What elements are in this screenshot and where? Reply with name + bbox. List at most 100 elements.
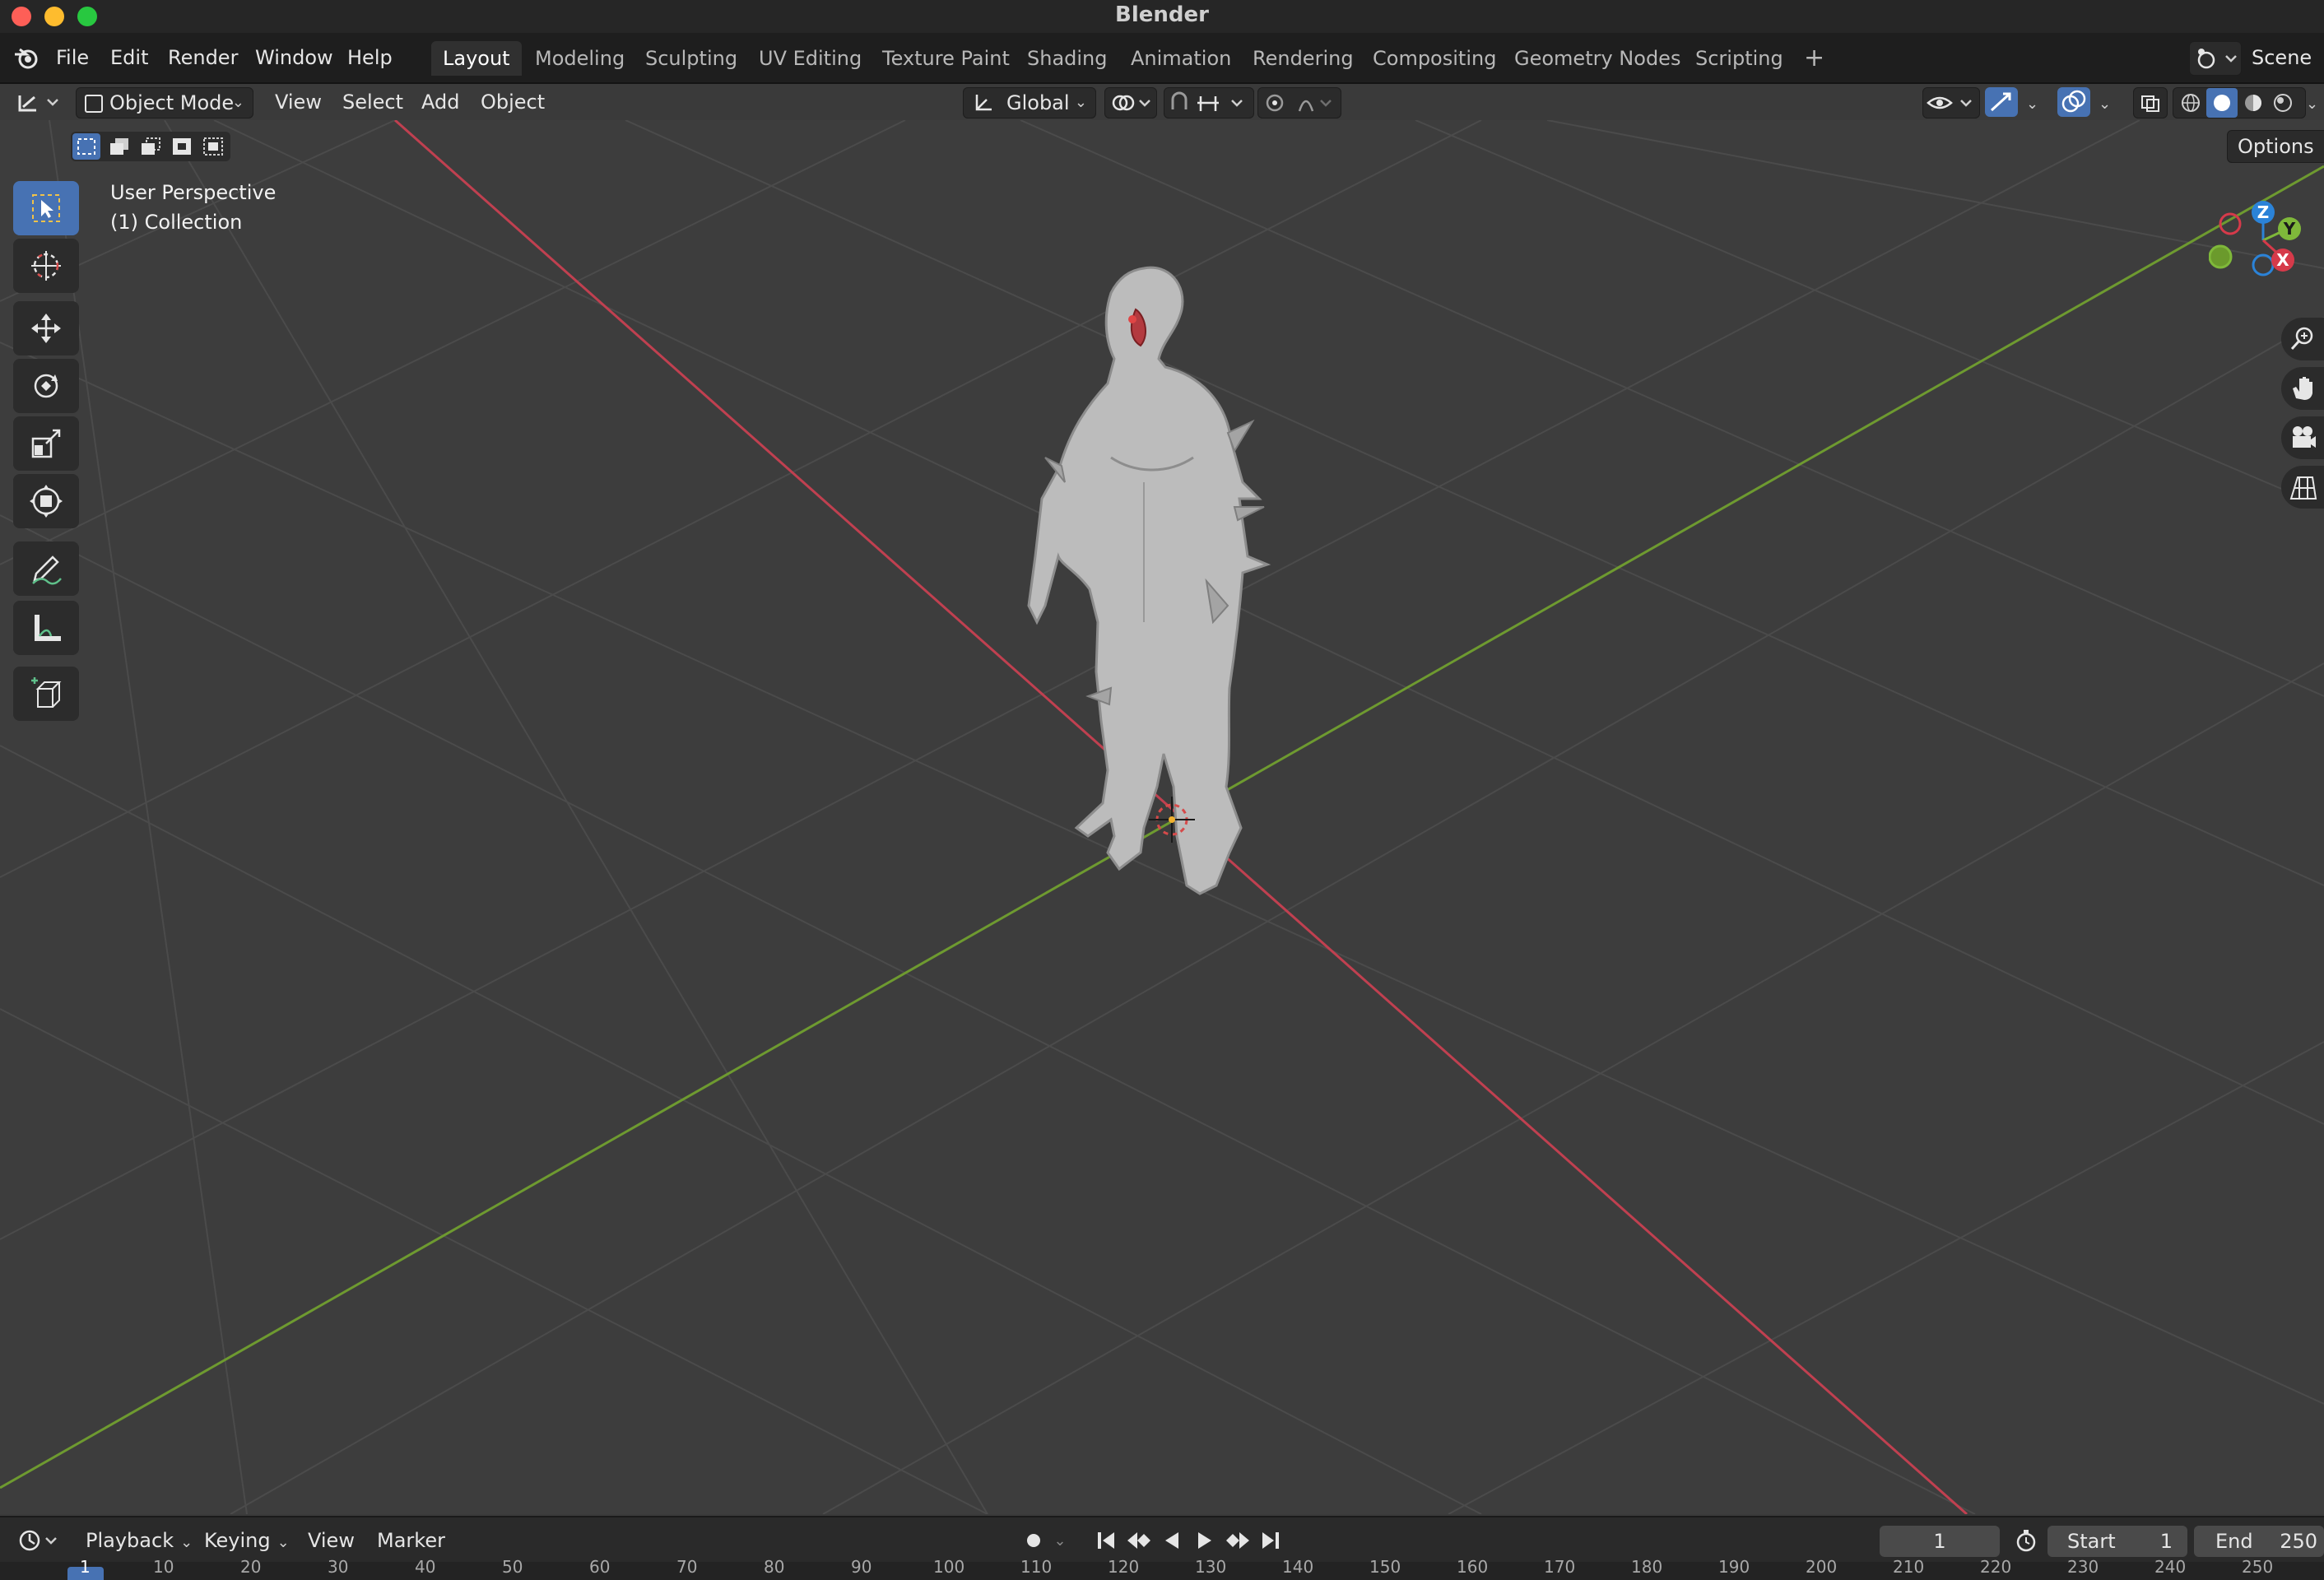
keying-options-chevron-icon[interactable]: ⌄: [1050, 1527, 1070, 1554]
select-new-icon[interactable]: [72, 133, 100, 160]
tab-texture-paint[interactable]: Texture Paint: [871, 41, 1021, 76]
play-icon[interactable]: [1192, 1527, 1218, 1554]
snap-magnet-icon[interactable]: [1164, 87, 1254, 118]
ruler-tick-label: 160: [1457, 1557, 1489, 1577]
tab-scripting[interactable]: Scripting: [1684, 41, 1795, 76]
jump-to-end-icon[interactable]: [1257, 1527, 1284, 1554]
preview-range-stopwatch-icon[interactable]: [2013, 1527, 2039, 1554]
3d-viewport[interactable]: User Perspective (1) Collection Options: [0, 120, 2324, 1514]
jump-to-next-keyframe-icon[interactable]: [1225, 1527, 1251, 1554]
end-frame-value: 250: [2280, 1530, 2317, 1553]
proportional-editing-icon[interactable]: [1257, 87, 1341, 118]
pivot-point-icon[interactable]: [1104, 87, 1157, 118]
pan-view-hand-icon[interactable]: [2281, 367, 2324, 410]
header-menu-select[interactable]: Select: [342, 87, 403, 117]
measure-tool-icon[interactable]: [13, 601, 79, 655]
editor-type-icon[interactable]: [12, 87, 64, 117]
mode-dropdown[interactable]: Object Mode ⌄: [76, 87, 253, 118]
3d-cursor-icon[interactable]: [1147, 795, 1197, 844]
selection-mode-group: [71, 132, 230, 161]
jump-to-start-icon[interactable]: [1093, 1527, 1119, 1554]
overlay-options-chevron-icon[interactable]: ⌄: [2092, 87, 2122, 117]
shading-options-chevron-icon[interactable]: ⌄: [2306, 87, 2324, 117]
show-overlays-icon[interactable]: [2057, 87, 2090, 117]
navigation-gizmo[interactable]: Z Y X: [2209, 188, 2324, 303]
gizmo-neg-x-handle[interactable]: [2219, 212, 2242, 235]
gizmo-neg-z-handle[interactable]: [2252, 253, 2275, 276]
tab-compositing[interactable]: Compositing: [1361, 41, 1508, 76]
menu-window[interactable]: Window: [255, 33, 333, 82]
auto-keying-record-icon[interactable]: [1020, 1527, 1047, 1554]
tab-geometry-nodes[interactable]: Geometry Nodes: [1503, 41, 1692, 76]
jump-to-previous-keyframe-icon[interactable]: [1126, 1527, 1152, 1554]
timeline-header: Playback ⌄ Keying ⌄ View Marker ⌄ 1 Start …: [0, 1516, 2324, 1564]
tab-layout[interactable]: Layout: [431, 41, 522, 76]
select-intersect-icon[interactable]: [199, 133, 227, 163]
options-dropdown[interactable]: Options: [2227, 130, 2324, 163]
tab-shading[interactable]: Shading: [1016, 41, 1119, 76]
end-frame-field[interactable]: End 250: [2194, 1526, 2324, 1557]
add-cube-tool-icon[interactable]: [13, 667, 79, 721]
menu-help[interactable]: Help: [347, 33, 393, 82]
ruler-tick-label: 50: [502, 1557, 523, 1577]
gizmo-options-chevron-icon[interactable]: ⌄: [2020, 87, 2049, 117]
annotate-tool-icon[interactable]: [13, 541, 79, 596]
rotate-tool-icon[interactable]: [13, 359, 79, 413]
tab-modeling[interactable]: Modeling: [523, 41, 636, 76]
select-difference-icon[interactable]: [168, 133, 196, 163]
blender-logo-icon[interactable]: [12, 33, 41, 82]
title-bar: Blender: [0, 0, 2324, 34]
timeline-ruler[interactable]: 1 10 20 30 40 50 60 70 80 90 100 110 120…: [0, 1557, 2324, 1580]
header-menu-view[interactable]: View: [275, 87, 322, 117]
orientation-axis-icon: [972, 91, 995, 123]
camera-view-icon[interactable]: [2281, 416, 2324, 459]
chevron-down-icon: ⌄: [1074, 94, 1087, 111]
mode-label: Object Mode: [109, 91, 235, 114]
chevron-down-icon: ⌄: [180, 1534, 193, 1551]
move-tool-icon[interactable]: [13, 301, 79, 356]
tab-uv-editing[interactable]: UV Editing: [747, 41, 873, 76]
cursor-tool-icon[interactable]: [13, 239, 79, 293]
transform-tool-icon[interactable]: [13, 474, 79, 528]
scene-selector-icon[interactable]: [2189, 41, 2242, 76]
menu-render[interactable]: Render: [168, 33, 238, 82]
add-workspace-icon[interactable]: +: [1792, 41, 1836, 76]
select-extend-icon[interactable]: [105, 133, 133, 163]
transform-orientation-dropdown[interactable]: Global ⌄: [963, 87, 1096, 118]
ruler-tick-label: 110: [1020, 1557, 1053, 1577]
viewport-perspective-label: User Perspective: [110, 181, 277, 204]
wireframe-shading-icon[interactable]: [2178, 91, 2203, 123]
scene-name[interactable]: Scene: [2252, 33, 2312, 82]
xray-toggle-icon[interactable]: [2133, 87, 2168, 118]
current-frame-field[interactable]: 1: [1880, 1526, 2000, 1557]
tab-rendering[interactable]: Rendering: [1241, 41, 1365, 76]
solid-shading-icon[interactable]: [2206, 88, 2238, 118]
start-frame-value: 1: [2159, 1530, 2173, 1553]
gizmo-y-label: Y: [2283, 219, 2296, 239]
gizmo-neg-y-handle[interactable]: [2209, 244, 2233, 269]
menu-edit[interactable]: Edit: [110, 33, 148, 82]
tab-animation[interactable]: Animation: [1119, 41, 1243, 76]
tab-sculpting[interactable]: Sculpting: [634, 41, 749, 76]
orientation-label: Global: [1006, 91, 1070, 114]
timeline-editor-type-icon[interactable]: [13, 1517, 63, 1564]
header-menu-object[interactable]: Object: [481, 87, 545, 117]
options-label: Options: [2238, 135, 2314, 158]
ruler-tick-label: 80: [764, 1557, 785, 1577]
menu-file[interactable]: File: [56, 33, 89, 82]
start-frame-field[interactable]: Start 1: [2047, 1526, 2187, 1557]
ruler-tick-label: 150: [1369, 1557, 1401, 1577]
orthographic-toggle-icon[interactable]: [2281, 466, 2324, 509]
select-box-tool-icon[interactable]: [13, 181, 79, 235]
header-menu-add[interactable]: Add: [421, 87, 459, 117]
rendered-shading-icon[interactable]: [2271, 91, 2295, 123]
select-subtract-icon[interactable]: [137, 133, 165, 163]
timeline-playback-menu[interactable]: Playback ⌄: [86, 1517, 193, 1564]
scale-tool-icon[interactable]: [13, 416, 79, 471]
material-shading-icon[interactable]: [2241, 91, 2266, 123]
keying-label: Keying: [204, 1529, 271, 1552]
show-gizmo-icon[interactable]: [1985, 87, 2018, 117]
play-reverse-icon[interactable]: [1159, 1527, 1185, 1554]
visibility-eye-icon[interactable]: [1922, 87, 1980, 118]
zoom-view-icon[interactable]: [2281, 318, 2324, 360]
